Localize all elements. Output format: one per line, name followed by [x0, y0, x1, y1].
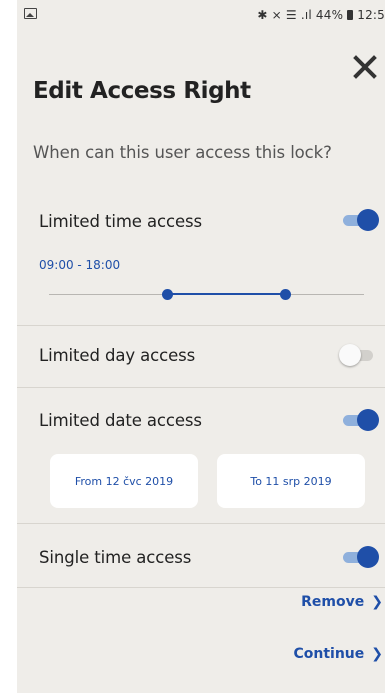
continue-link[interactable]: Continue ❯	[293, 646, 383, 662]
remove-label: Remove	[301, 594, 365, 610]
page-subtitle: When can this user access this lock?	[33, 143, 332, 162]
status-bar: ✱ ⨯ ☰ .ıl 44% 12:5	[17, 0, 385, 30]
single-access-label: Single time access	[39, 548, 192, 567]
toggle-knob	[357, 546, 379, 568]
time-range-value: 09:00 - 18:00	[39, 258, 121, 272]
slider-selected-range	[167, 293, 286, 295]
app-screen: ✱ ⨯ ☰ .ıl 44% 12:5 Edit Access Right Whe…	[17, 0, 385, 693]
divider	[17, 387, 385, 388]
status-icons-text: ✱ ⨯ ☰ .ıl 44%	[257, 8, 344, 22]
date-access-toggle[interactable]	[343, 409, 379, 431]
divider	[17, 325, 385, 326]
toggle-knob	[339, 344, 361, 366]
time-range-slider[interactable]	[49, 287, 364, 303]
to-date-button[interactable]: To 11 srp 2019	[217, 454, 365, 508]
status-indicators: ✱ ⨯ ☰ .ıl 44% 12:5	[257, 8, 385, 22]
day-access-label: Limited day access	[39, 346, 196, 365]
remove-link[interactable]: Remove ❯	[301, 594, 383, 610]
image-notification-icon	[24, 8, 37, 22]
close-icon	[353, 55, 377, 79]
chevron-right-icon: ❯	[371, 594, 383, 610]
status-time: 12:5	[357, 8, 385, 22]
time-access-label: Limited time access	[39, 212, 202, 231]
toggle-knob	[357, 209, 379, 231]
from-date-button[interactable]: From 12 čvc 2019	[50, 454, 198, 508]
time-access-toggle[interactable]	[343, 209, 379, 231]
date-access-label: Limited date access	[39, 411, 202, 430]
divider	[17, 587, 385, 588]
slider-end-handle[interactable]	[280, 289, 292, 300]
chevron-right-icon: ❯	[371, 646, 383, 662]
slider-start-handle[interactable]	[162, 289, 174, 300]
battery-icon	[347, 10, 354, 20]
day-access-toggle[interactable]	[339, 344, 377, 366]
divider	[17, 523, 385, 524]
continue-label: Continue	[293, 646, 365, 662]
single-access-toggle[interactable]	[343, 546, 379, 568]
page-title: Edit Access Right	[33, 78, 251, 104]
close-button[interactable]	[353, 55, 377, 79]
toggle-knob	[357, 409, 379, 431]
